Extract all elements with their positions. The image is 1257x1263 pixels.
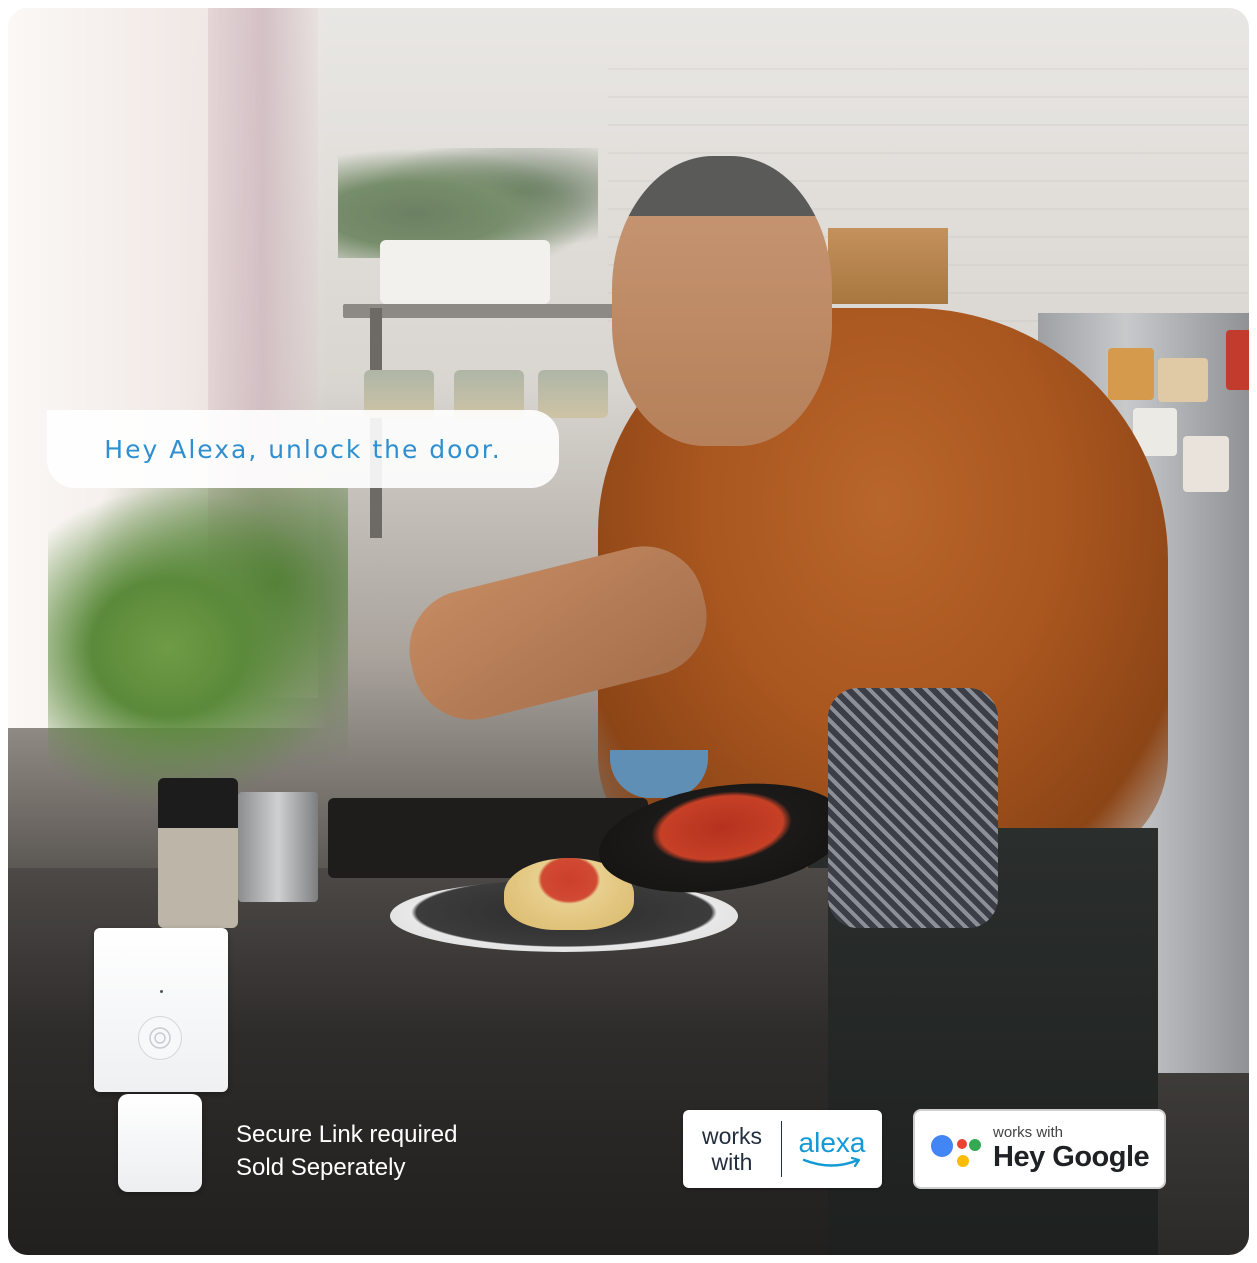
secure-link-plug bbox=[118, 1094, 202, 1192]
man-head bbox=[612, 156, 832, 446]
google-dot-yellow bbox=[957, 1155, 969, 1167]
google-dot-blue bbox=[931, 1135, 953, 1157]
alexa-badge-left: works with bbox=[683, 1123, 781, 1175]
google-dot-red bbox=[957, 1139, 967, 1149]
fridge-magnet bbox=[1158, 358, 1208, 402]
google-assistant-icon bbox=[929, 1121, 985, 1177]
shelf-plant-pot bbox=[380, 240, 550, 304]
basil-pot bbox=[238, 792, 318, 902]
fridge-magnet bbox=[1226, 330, 1249, 390]
caption: Secure Link required Sold Seperately bbox=[236, 1118, 457, 1184]
kitchen-towel bbox=[828, 688, 998, 928]
works-with-google-badge: works with Hey Google bbox=[913, 1109, 1166, 1189]
caption-line-1: Secure Link required bbox=[236, 1121, 458, 1148]
basil-plant bbox=[48, 488, 348, 808]
alexa-with-text: with bbox=[711, 1149, 753, 1175]
wooden-box bbox=[828, 228, 948, 304]
speech-text: Hey Alexa, unlock the door. bbox=[104, 434, 502, 464]
speech-bubble: Hey Alexa, unlock the door. bbox=[47, 410, 559, 488]
device-led bbox=[160, 990, 163, 993]
secure-link-device bbox=[94, 928, 228, 1092]
google-badge-text: works with Hey Google bbox=[993, 1124, 1150, 1174]
alexa-brand-text: alexa bbox=[798, 1127, 866, 1158]
device-logo-icon bbox=[149, 1027, 171, 1049]
google-works-with-text: works with bbox=[993, 1124, 1064, 1141]
hey-google-text: Hey Google bbox=[993, 1141, 1150, 1173]
alexa-smile-icon bbox=[802, 1157, 861, 1168]
fridge-magnet bbox=[1183, 436, 1229, 492]
google-dot-green bbox=[969, 1139, 981, 1151]
wall-shelf bbox=[343, 304, 633, 318]
spice-grinder bbox=[158, 778, 238, 928]
works-with-alexa-badge: works with alexa bbox=[683, 1110, 882, 1188]
alexa-works-text: works bbox=[701, 1123, 763, 1149]
fridge-magnet bbox=[1108, 348, 1154, 400]
alexa-logo: alexa bbox=[782, 1129, 882, 1169]
caption-line-2: Sold Seperately bbox=[236, 1154, 406, 1181]
device-button bbox=[138, 1016, 182, 1060]
storage-jar bbox=[538, 370, 608, 418]
